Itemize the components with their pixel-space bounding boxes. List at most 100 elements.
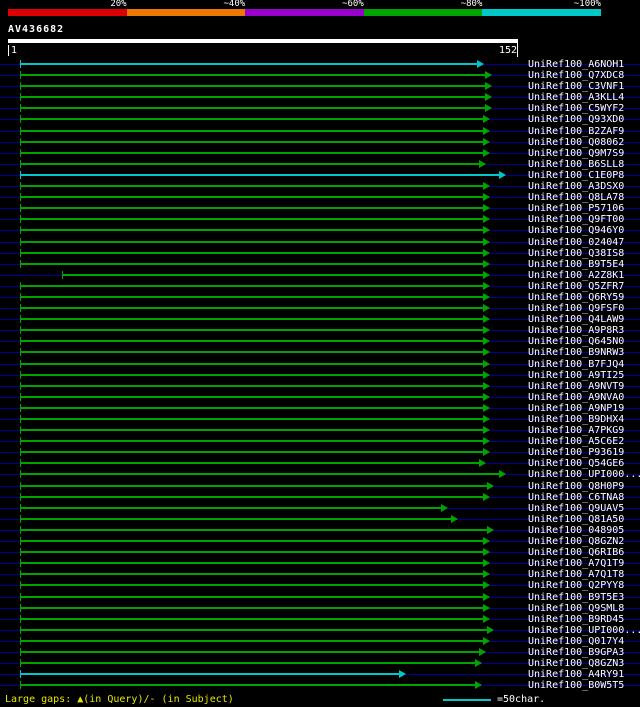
alignment-row: UniRef100_A7Q1T9 [0,558,640,569]
hit-bar-line [20,251,483,254]
hit-label[interactable]: UniRef100_B2ZAF9 [528,126,624,137]
hit-bar-arrowhead-icon [483,392,490,401]
alignment-row: UniRef100_B9GPA3 [0,647,640,658]
hit-label[interactable]: UniRef100_B9GPA3 [528,647,624,658]
hit-label[interactable]: UniRef100_B7FJQ4 [528,359,624,370]
hit-bar-arrowhead-icon [479,159,486,168]
hit-bar-line [20,650,479,653]
hit-label[interactable]: UniRef100_A9P8R3 [528,325,624,336]
hit-label[interactable]: UniRef100_Q9FT00 [528,214,624,225]
hit-bar-arrowhead-icon [483,304,490,313]
large-gaps-legend: Large gaps: ▲(in Query)/- (in Subject) [5,694,234,705]
hit-label[interactable]: UniRef100_Q81A50 [528,514,624,525]
hit-bar-arrowhead-icon [483,437,490,446]
hit-label[interactable]: UniRef100_Q4LAW9 [528,314,624,325]
hit-label[interactable]: UniRef100_B9NRW3 [528,347,624,358]
hit-label[interactable]: UniRef100_Q8GZN3 [528,658,624,669]
hit-label[interactable]: UniRef100_B9RD45 [528,614,624,625]
hit-label[interactable]: UniRef100_Q8H0P9 [528,481,624,492]
hit-label[interactable]: UniRef100_Q5ZFR7 [528,281,624,292]
hit-label[interactable]: UniRef100_Q8LA78 [528,192,624,203]
hit-bar-arrowhead-icon [487,525,494,534]
hit-label[interactable]: UniRef100_A9NVT9 [528,381,624,392]
scale-label: ~80% [460,0,483,9]
hit-bar-arrowhead-icon [483,126,490,135]
hit-label[interactable]: UniRef100_A3DSX0 [528,181,624,192]
hit-bar-line [20,85,485,88]
alignment-row: UniRef100_A3KLL4 [0,92,640,103]
hit-label[interactable]: UniRef100_B9DHX4 [528,414,624,425]
hit-label[interactable]: UniRef100_Q38IS8 [528,248,624,259]
hit-label[interactable]: UniRef100_Q9FSF0 [528,303,624,314]
hit-label[interactable]: UniRef100_Q54GE6 [528,458,624,469]
scale-segment-60-80 [363,9,483,16]
scale-segment-40-60 [245,9,364,16]
hit-label[interactable]: UniRef100_Q946Y0 [528,225,624,236]
hit-bar-line [20,185,483,188]
hit-label[interactable]: UniRef100_Q8GZN2 [528,536,624,547]
hit-label[interactable]: UniRef100_Q9M7S9 [528,148,624,159]
hit-label[interactable]: UniRef100_Q9SML8 [528,603,624,614]
hit-label[interactable]: UniRef100_A5C6E2 [528,436,624,447]
hit-label[interactable]: UniRef100_C6TNA8 [528,492,624,503]
hit-bar-line [20,307,483,310]
hit-label[interactable]: UniRef100_UPI000... [528,469,640,480]
hit-label[interactable]: UniRef100_A7PKG9 [528,425,624,436]
hit-label[interactable]: UniRef100_A6NOH1 [528,59,624,70]
alignment-row: UniRef100_Q2PYY8 [0,580,640,591]
hit-bar-line [20,151,483,154]
hit-bar-line [20,262,483,265]
hit-label[interactable]: UniRef100_A9NVA0 [528,392,624,403]
hit-label[interactable]: UniRef100_A3KLL4 [528,92,624,103]
hit-label[interactable]: UniRef100_C1E0P8 [528,170,624,181]
hit-label[interactable]: UniRef100_B9T5E3 [528,592,624,603]
hit-label[interactable]: UniRef100_P93619 [528,447,624,458]
hit-label[interactable]: UniRef100_C5WYF2 [528,103,624,114]
hit-label[interactable]: UniRef100_A4RY91 [528,669,624,680]
hit-bar-line [20,318,483,321]
hit-label[interactable]: UniRef100_P57106 [528,203,624,214]
alignment-row: UniRef100_A3DSX0 [0,181,640,192]
hit-label[interactable]: UniRef100_B0W5T5 [528,680,624,691]
hit-label[interactable]: UniRef100_A7Q1T9 [528,558,624,569]
hit-bar-line [20,107,485,110]
hit-label[interactable]: UniRef100_048905 [528,525,624,536]
hit-label[interactable]: UniRef100_B9T5E4 [528,259,624,270]
alignment-row: UniRef100_Q4LAW9 [0,314,640,325]
hit-bar-arrowhead-icon [479,647,486,656]
hit-label[interactable]: UniRef100_A7Q1T8 [528,569,624,580]
hit-label[interactable]: UniRef100_Q2PYY8 [528,580,624,591]
hit-label[interactable]: UniRef100_Q017Y4 [528,636,624,647]
hit-label[interactable]: UniRef100_B6SLL8 [528,159,624,170]
alignment-row: UniRef100_Q8GZN3 [0,658,640,669]
hit-label[interactable]: UniRef100_A2Z8K1 [528,270,624,281]
hit-bar-line [20,473,499,476]
hit-bar-arrowhead-icon [483,248,490,257]
alignment-row: UniRef100_Q645N0 [0,336,640,347]
scale-segment-80-100 [482,9,601,16]
hit-label[interactable]: UniRef100_Q6RY59 [528,292,624,303]
scale-segment-20-40 [126,9,246,16]
alignment-row: UniRef100_B2ZAF9 [0,126,640,137]
hit-bar-arrowhead-icon [487,625,494,634]
hit-bar-arrowhead-icon [483,415,490,423]
hit-bar-arrowhead-icon [483,215,490,224]
hit-bar-arrowhead-icon [499,470,506,479]
alignment-row: UniRef100_P57106 [0,203,640,214]
hit-label[interactable]: UniRef100_UPI000... [528,625,640,636]
hit-label[interactable]: UniRef100_024047 [528,237,624,248]
hit-label[interactable]: UniRef100_A9NP19 [528,403,624,414]
hit-bar-line [20,584,483,587]
hit-label[interactable]: UniRef100_Q645N0 [528,336,624,347]
hit-label[interactable]: UniRef100_Q6RIB6 [528,547,624,558]
hit-label[interactable]: UniRef100_Q9UAV5 [528,503,624,514]
hit-label[interactable]: UniRef100_A9TI25 [528,370,624,381]
hit-bar-line [20,384,483,387]
hit-label[interactable]: UniRef100_Q08062 [528,137,624,148]
hit-label[interactable]: UniRef100_Q93XD0 [528,114,624,125]
hit-label[interactable]: UniRef100_C3VNF1 [528,81,624,92]
scale-segment-0-20 [8,9,127,16]
hit-bar-arrowhead-icon [483,204,490,213]
hit-label[interactable]: UniRef100_Q7XDC8 [528,70,624,81]
hit-bar-arrowhead-icon [483,226,490,235]
